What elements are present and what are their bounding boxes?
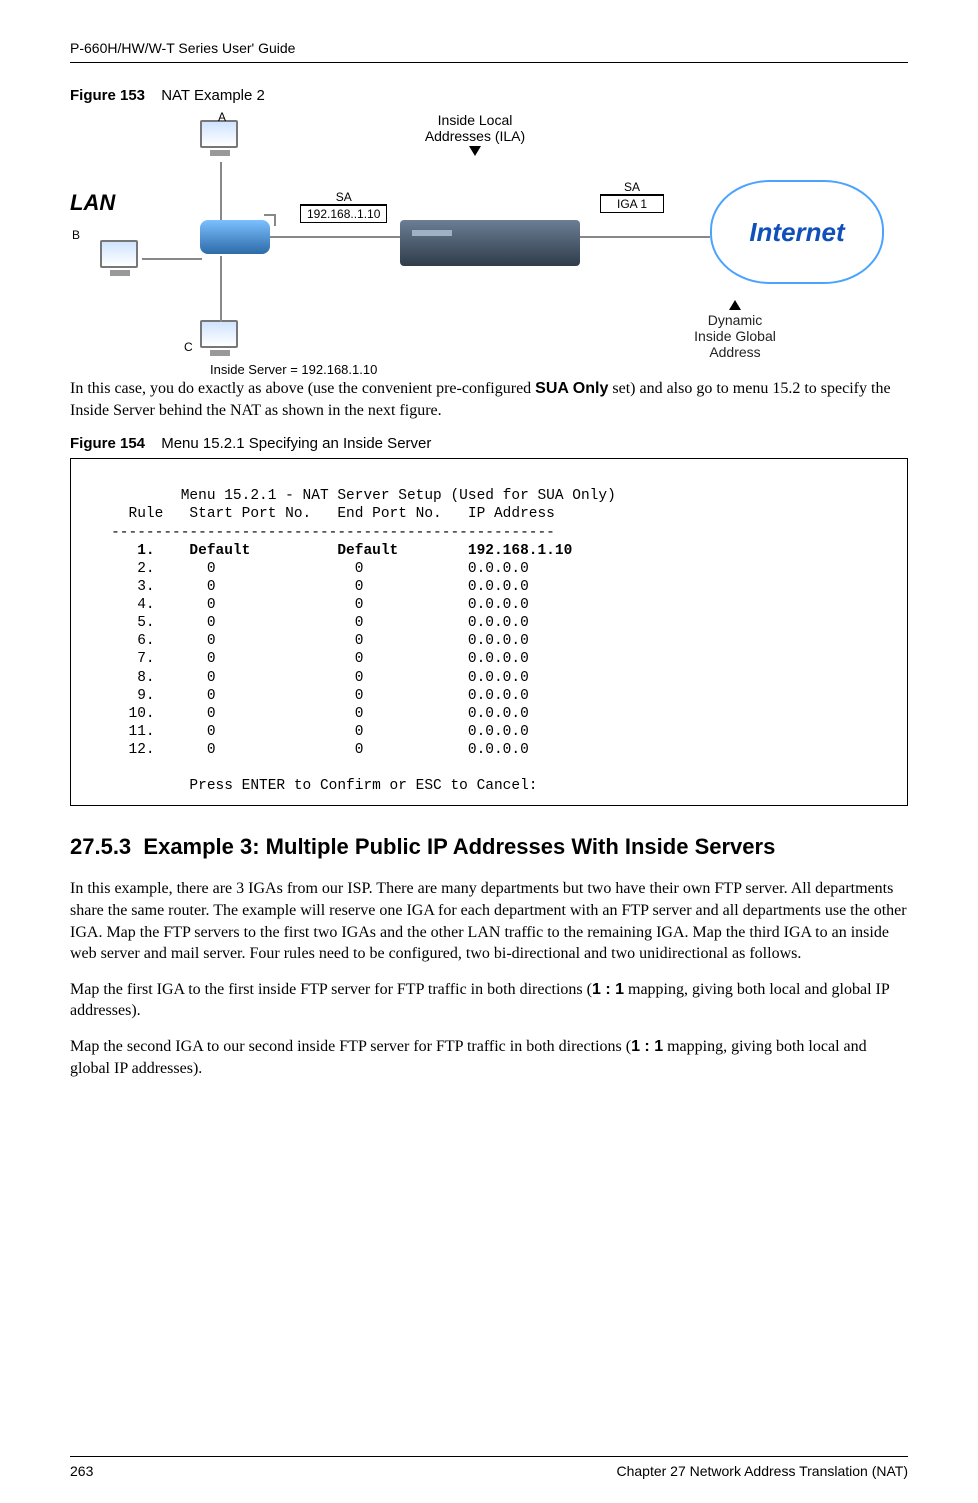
inside-server-label: Inside Server = 192.168.1.10 <box>210 362 377 377</box>
menu-row-4: 4. 0 0 0.0.0.0 <box>85 597 529 613</box>
para3-b: 1 : 1 <box>592 981 624 998</box>
dynamic-iga-label: Dynamic Inside Global Address <box>660 300 810 360</box>
figure-154-caption: Figure 154 Menu 15.2.1 Specifying an Ins… <box>70 435 908 452</box>
dynamic-iga-text: Dynamic Inside Global Address <box>660 312 810 360</box>
para4-b: 1 : 1 <box>631 1038 663 1055</box>
figure-154-title: Menu 15.2.1 Specifying an Inside Server <box>161 435 431 452</box>
sa-box-lan-value: 192.168..1.10 <box>300 205 387 223</box>
sa-box-lan-title: SA <box>300 190 387 205</box>
menu-divider: ----------------------------------------… <box>85 525 555 541</box>
menu-row-1: 1. Default Default 192.168.1.10 <box>85 543 572 559</box>
wire <box>270 236 400 238</box>
paragraph-example-intro: In this example, there are 3 IGAs from o… <box>70 878 908 964</box>
pc-c-label: C <box>184 340 193 354</box>
menu-header: Rule Start Port No. End Port No. IP Addr… <box>85 506 555 522</box>
figure-153-label: Figure 153 <box>70 87 145 104</box>
wire <box>580 236 710 238</box>
menu-row-9: 9. 0 0 0.0.0.0 <box>85 688 529 704</box>
menu-row-11: 11. 0 0 0.0.0.0 <box>85 724 529 740</box>
menu-row-3: 3. 0 0 0.0.0.0 <box>85 579 529 595</box>
sa-box-wan: SA IGA 1 <box>600 180 664 213</box>
section-number: 27.5.3 <box>70 834 131 859</box>
arrow-down-icon <box>469 146 481 156</box>
figure-153-title: NAT Example 2 <box>161 87 265 104</box>
para3-a: Map the first IGA to the first inside FT… <box>70 981 592 998</box>
ila-text: Inside Local Addresses (ILA) <box>400 112 550 144</box>
chapter-title: Chapter 27 Network Address Translation (… <box>616 1463 908 1479</box>
menu-row-6: 6. 0 0 0.0.0.0 <box>85 633 529 649</box>
figure-154-label: Figure 154 <box>70 435 145 452</box>
lan-label: LAN <box>70 190 115 216</box>
arrow-up-icon <box>729 300 741 310</box>
page-footer: 263 Chapter 27 Network Address Translati… <box>70 1456 908 1479</box>
menu-row-8: 8. 0 0 0.0.0.0 <box>85 670 529 686</box>
figure-153-caption: Figure 153 NAT Example 2 <box>70 87 908 104</box>
pc-a-icon <box>200 120 240 160</box>
sa-box-wan-title: SA <box>600 180 664 195</box>
paragraph-intro: In this case, you do exactly as above (u… <box>70 378 908 421</box>
menu-15-2-1-box: Menu 15.2.1 - NAT Server Setup (Used for… <box>70 458 908 806</box>
para1-a: In this case, you do exactly as above (u… <box>70 380 535 397</box>
pc-a-label: A <box>218 110 226 124</box>
ila-label: Inside Local Addresses (ILA) <box>400 112 550 156</box>
menu-row-2: 2. 0 0 0.0.0.0 <box>85 561 529 577</box>
wire <box>220 162 222 222</box>
section-title: Example 3: Multiple Public IP Addresses … <box>143 834 775 859</box>
menu-row-5: 5. 0 0 0.0.0.0 <box>85 615 529 631</box>
running-header: P-660H/HW/W-T Series User' Guide <box>70 40 908 63</box>
menu-row-12: 12. 0 0 0.0.0.0 <box>85 742 529 758</box>
sa-box-wan-value: IGA 1 <box>600 195 664 213</box>
paragraph-rule-2: Map the second IGA to our second inside … <box>70 1036 908 1079</box>
wire <box>220 256 222 322</box>
internet-cloud-icon: Internet <box>710 180 884 284</box>
para1-b: SUA Only <box>535 380 608 397</box>
sa-box-lan: SA 192.168..1.10 <box>300 190 387 223</box>
pc-c-icon <box>200 320 240 360</box>
internet-label: Internet <box>749 217 844 248</box>
wire <box>142 258 202 260</box>
pc-b-label: B <box>72 228 80 242</box>
menu-row-10: 10. 0 0 0.0.0.0 <box>85 706 529 722</box>
paragraph-rule-1: Map the first IGA to the first inside FT… <box>70 979 908 1022</box>
menu-title: Menu 15.2.1 - NAT Server Setup (Used for… <box>85 488 616 504</box>
page-number: 263 <box>70 1463 93 1479</box>
menu-footer: Press ENTER to Confirm or ESC to Cancel: <box>85 778 537 794</box>
gateway-device-icon <box>400 220 580 266</box>
section-27-5-3-heading: 27.5.3 Example 3: Multiple Public IP Add… <box>70 834 908 860</box>
nat-example-2-diagram: LAN A B C SA 192.168..1.10 Inside Local … <box>70 110 890 360</box>
router-icon <box>200 220 270 254</box>
menu-row-7: 7. 0 0 0.0.0.0 <box>85 651 529 667</box>
page: P-660H/HW/W-T Series User' Guide Figure … <box>0 0 978 1503</box>
pc-b-icon <box>100 240 140 280</box>
para4-a: Map the second IGA to our second inside … <box>70 1038 631 1055</box>
